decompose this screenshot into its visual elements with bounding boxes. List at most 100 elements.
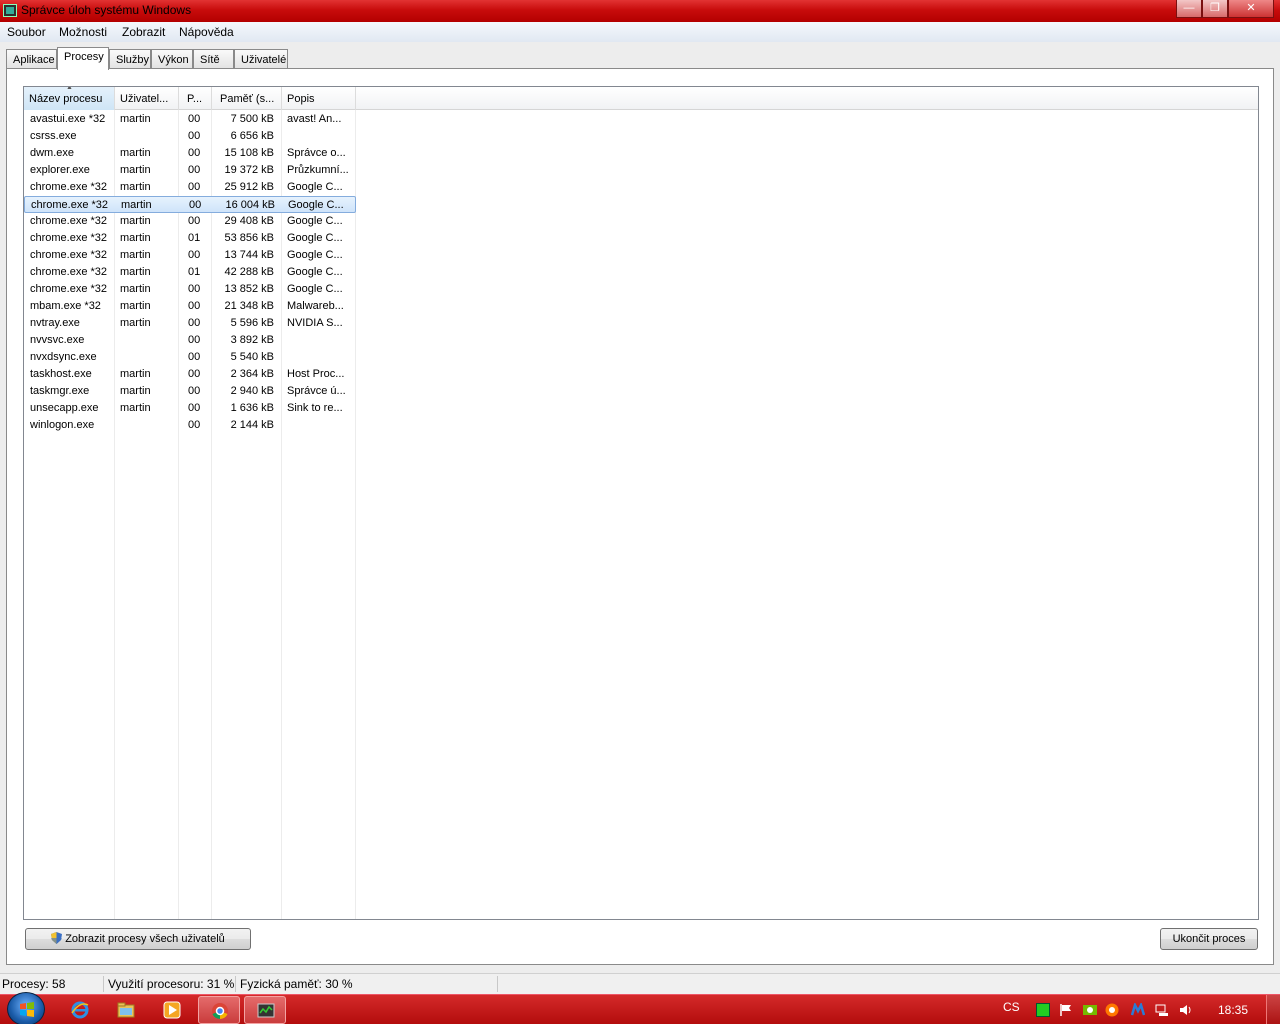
- table-row[interactable]: explorer.exe martin 00 19 372 kB Průzkumní..…: [24, 162, 356, 179]
- user-cell: martin: [120, 164, 151, 176]
- window-title: Správce úloh systému Windows: [21, 3, 192, 17]
- user-cell: martin: [120, 113, 151, 125]
- table-row[interactable]: taskhost.exe martin 00 2 364 kB Host Proc...: [24, 366, 356, 383]
- tab-site[interactable]: Sítě: [193, 49, 234, 69]
- taskbar-internet-explorer[interactable]: [59, 996, 101, 1024]
- process-name-cell: nvvsvc.exe: [30, 334, 85, 346]
- table-row[interactable]: taskmgr.exe martin 00 2 940 kB Správce ú...: [24, 383, 356, 400]
- taskbar: CS 18:35: [0, 992, 1280, 1024]
- table-row[interactable]: nvvsvc.exe 00 3 892 kB: [24, 332, 356, 349]
- table-row[interactable]: unsecapp.exe martin 00 1 636 kB Sink to re..…: [24, 400, 356, 417]
- table-row[interactable]: chrome.exe *32 martin 01 42 288 kB Google C.…: [24, 264, 356, 281]
- process-name-cell: chrome.exe *32: [30, 181, 108, 193]
- taskbar-explorer[interactable]: [105, 996, 147, 1024]
- table-row[interactable]: chrome.exe *32 martin 00 13 852 kB Google C.…: [24, 281, 356, 298]
- title-bar[interactable]: Správce úloh systému Windows — ❐ ✕: [0, 0, 1280, 22]
- task-manager-tray-icon[interactable]: [1036, 1003, 1050, 1017]
- network-icon[interactable]: [1155, 1003, 1169, 1017]
- nvidia-icon[interactable]: [1083, 1003, 1097, 1017]
- column-header-cpu[interactable]: P...: [179, 87, 212, 110]
- cpu-cell: 01: [188, 232, 201, 244]
- menu-zobrazit[interactable]: Zobrazit: [122, 25, 165, 39]
- start-button[interactable]: [7, 992, 45, 1024]
- cpu-cell: 00: [188, 368, 201, 380]
- taskbar-chrome[interactable]: [198, 996, 240, 1024]
- process-list[interactable]: ▲ Název procesu Uživatel... P... Paměť (…: [23, 86, 1259, 920]
- tab-uzivatele[interactable]: Uživatelé: [234, 49, 288, 69]
- column-header-user[interactable]: Uživatel...: [115, 87, 179, 110]
- action-center-flag-icon[interactable]: [1059, 1003, 1073, 1017]
- cpu-cell: 00: [188, 181, 201, 193]
- close-button[interactable]: ✕: [1228, 0, 1274, 18]
- memory-cell: 53 856 kB: [224, 232, 274, 244]
- memory-cell: 29 408 kB: [224, 215, 274, 227]
- process-name-cell: chrome.exe *32: [30, 232, 108, 244]
- clock[interactable]: 18:35: [1218, 1003, 1248, 1017]
- cpu-cell: 00: [188, 249, 201, 261]
- menu-napoveda[interactable]: Nápověda: [179, 25, 234, 39]
- column-header-memory[interactable]: Paměť (s...: [212, 87, 282, 110]
- memory-cell: 6 656 kB: [230, 130, 274, 142]
- uac-shield-icon: [51, 932, 63, 944]
- user-cell: martin: [120, 402, 151, 414]
- cpu-cell: 00: [188, 300, 201, 312]
- tab-sluzby[interactable]: Služby: [109, 49, 151, 69]
- table-row[interactable]: chrome.exe *32 martin 00 25 912 kB Google C.…: [24, 179, 356, 196]
- cpu-cell: 00: [188, 147, 201, 159]
- user-cell: martin: [120, 215, 151, 227]
- restore-button[interactable]: ❐: [1202, 0, 1228, 18]
- table-row[interactable]: chrome.exe *32 martin 01 53 856 kB Google C.…: [24, 230, 356, 247]
- memory-cell: 3 892 kB: [230, 334, 274, 346]
- minimize-button[interactable]: —: [1176, 0, 1202, 18]
- user-cell: martin: [120, 232, 151, 244]
- description-cell: Host Proc...: [287, 368, 345, 380]
- menu-moznosti[interactable]: Možnosti: [59, 25, 107, 39]
- memory-cell: 42 288 kB: [224, 266, 274, 278]
- table-row[interactable]: chrome.exe *32 martin 00 29 408 kB Google C.…: [24, 213, 356, 230]
- end-process-button[interactable]: Ukončit proces: [1160, 928, 1258, 950]
- column-header-name[interactable]: ▲ Název procesu: [24, 87, 115, 110]
- table-row[interactable]: chrome.exe *32 martin 00 13 744 kB Google C.…: [24, 247, 356, 264]
- volume-icon[interactable]: [1179, 1003, 1193, 1017]
- table-row[interactable]: nvxdsync.exe 00 5 540 kB: [24, 349, 356, 366]
- memory-cell: 2 144 kB: [230, 419, 274, 431]
- show-all-processes-button[interactable]: Zobrazit procesy všech uživatelů: [25, 928, 251, 950]
- cpu-cell: 00: [189, 199, 202, 211]
- user-cell: martin: [121, 199, 152, 211]
- process-name-cell: taskhost.exe: [30, 368, 92, 380]
- tab-procesy[interactable]: Procesy: [57, 47, 109, 70]
- status-cpu-usage: Využití procesoru: 31 %: [108, 977, 235, 991]
- show-desktop-button[interactable]: [1266, 995, 1280, 1024]
- status-process-count: Procesy: 58: [2, 977, 66, 991]
- memory-cell: 5 540 kB: [230, 351, 274, 363]
- taskbar-media-player[interactable]: [151, 996, 193, 1024]
- status-separator: [103, 976, 104, 992]
- table-row[interactable]: nvtray.exe martin 00 5 596 kB NVIDIA S...: [24, 315, 356, 332]
- menu-soubor[interactable]: Soubor: [7, 25, 46, 39]
- table-row[interactable]: dwm.exe martin 00 15 108 kB Správce o...: [24, 145, 356, 162]
- table-row[interactable]: chrome.exe *32 martin 00 16 004 kB Google C.…: [24, 196, 356, 213]
- description-cell: NVIDIA S...: [287, 317, 343, 329]
- table-row[interactable]: winlogon.exe 00 2 144 kB: [24, 417, 356, 434]
- memory-cell: 13 744 kB: [224, 249, 274, 261]
- user-cell: martin: [120, 249, 151, 261]
- cpu-cell: 00: [188, 113, 201, 125]
- memory-cell: 2 940 kB: [230, 385, 274, 397]
- memory-cell: 2 364 kB: [230, 368, 274, 380]
- table-row[interactable]: mbam.exe *32 martin 00 21 348 kB Malwareb...: [24, 298, 356, 315]
- avast-icon[interactable]: [1105, 1003, 1119, 1017]
- table-row[interactable]: avastui.exe *32 martin 00 7 500 kB avast! An…: [24, 111, 356, 128]
- column-header-description[interactable]: Popis: [282, 87, 356, 110]
- status-separator: [235, 976, 236, 992]
- language-indicator[interactable]: CS: [1003, 1000, 1020, 1014]
- taskbar-task-manager[interactable]: [244, 996, 286, 1024]
- user-cell: martin: [120, 283, 151, 295]
- process-name-cell: unsecapp.exe: [30, 402, 99, 414]
- tab-aplikace[interactable]: Aplikace: [6, 49, 57, 69]
- process-name-cell: chrome.exe *32: [30, 266, 108, 278]
- list-header: ▲ Název procesu Uživatel... P... Paměť (…: [24, 87, 1258, 110]
- tab-vykon[interactable]: Výkon: [151, 49, 193, 69]
- malwarebytes-icon[interactable]: [1131, 1003, 1145, 1017]
- windows-logo-icon: [20, 1002, 34, 1017]
- table-row[interactable]: csrss.exe 00 6 656 kB: [24, 128, 356, 145]
